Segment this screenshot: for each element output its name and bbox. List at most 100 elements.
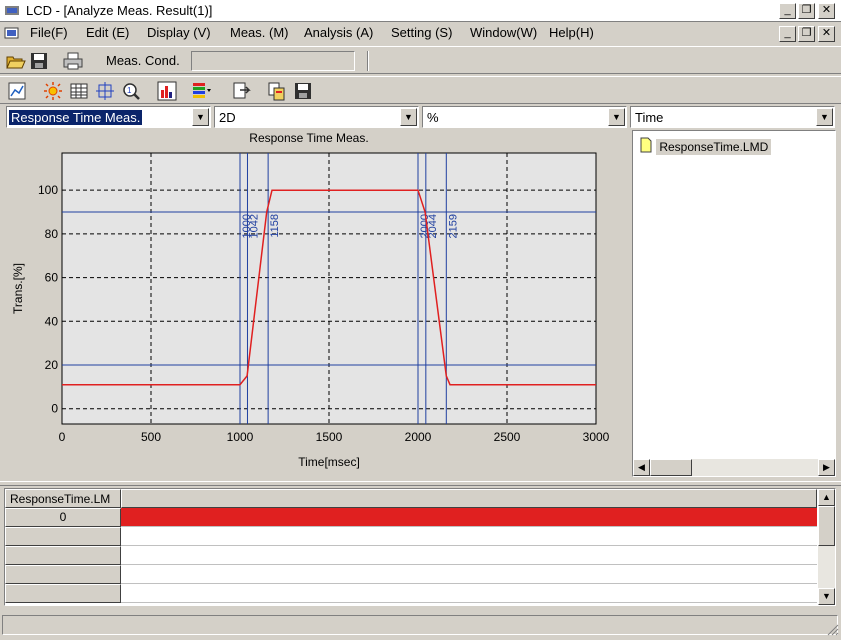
status-pane	[2, 615, 838, 635]
scroll-down-button[interactable]: ▼	[818, 588, 835, 605]
toolbar-divider	[367, 51, 369, 71]
scroll-right-button[interactable]: ▶	[818, 459, 835, 476]
grid-header: ResponseTime.LM	[5, 489, 121, 508]
export-icon[interactable]	[230, 80, 252, 102]
y-tick-label: 0	[51, 402, 58, 416]
file-tree-label: ResponseTime.LMD	[656, 138, 772, 155]
grid-row-header[interactable]	[5, 565, 121, 584]
scroll-left-button[interactable]: ◀	[633, 459, 650, 476]
chevron-down-icon[interactable]: ▼	[816, 108, 833, 126]
menu-setting[interactable]: Setting (S)	[391, 25, 452, 40]
child-minimize-button[interactable]: _	[779, 26, 796, 42]
chevron-down-icon[interactable]: ▼	[400, 108, 417, 126]
menu-edit[interactable]: Edit (E)	[86, 25, 129, 40]
print-icon[interactable]	[62, 50, 84, 72]
title-bar: LCD - [Analyze Meas. Result(1)] _ ❐ ✕	[0, 0, 841, 22]
minimize-button[interactable]: _	[779, 3, 796, 19]
file-tree-panel: ResponseTime.LMD ◀ ▶	[632, 130, 836, 477]
menu-file[interactable]: File(F)	[30, 25, 68, 40]
y-tick-label: 80	[45, 227, 59, 241]
menu-help[interactable]: Help(H)	[549, 25, 594, 40]
x-tick-label: 2000	[405, 430, 432, 444]
grid-header-label: ResponseTime.LM	[10, 492, 111, 506]
grid-row[interactable]	[121, 546, 817, 565]
menu-bar: File(F) Edit (E) Display (V) Meas. (M) A…	[0, 22, 841, 44]
x-tick-label: 500	[141, 430, 161, 444]
unit-select[interactable]: % ▼	[422, 106, 627, 128]
grid-row[interactable]	[121, 508, 817, 527]
child-restore-button[interactable]: ❐	[798, 26, 815, 42]
mode-select[interactable]: Response Time Meas. ▼	[6, 106, 211, 128]
file-tree-item[interactable]: ResponseTime.LMD	[639, 137, 772, 156]
file-icon	[639, 137, 653, 156]
grid-row[interactable]	[121, 584, 817, 603]
copy-icon[interactable]	[266, 80, 288, 102]
child-close-button[interactable]: ✕	[818, 26, 835, 42]
meas-cond-field[interactable]	[191, 51, 355, 71]
y-tick-label: 100	[38, 183, 58, 197]
axis-select-value: Time	[635, 110, 664, 125]
status-bar	[0, 612, 841, 638]
chart-title: Response Time Meas.	[249, 131, 368, 145]
grid-row-header[interactable]	[5, 546, 121, 565]
y-tick-label: 20	[45, 358, 59, 372]
grid-row[interactable]	[121, 565, 817, 584]
meas-cond-label: Meas. Cond.	[106, 53, 180, 68]
marker-label: 1158	[269, 214, 281, 238]
grid-vscrollbar[interactable]: ▲ ▼	[818, 489, 835, 605]
x-tick-label: 2500	[494, 430, 521, 444]
x-tick-label: 3000	[583, 430, 610, 444]
y-tick-label: 40	[45, 314, 59, 328]
save-icon[interactable]	[28, 50, 50, 72]
splitter[interactable]	[0, 481, 841, 486]
data-grid: ResponseTime.LM 0 ▲ ▼	[4, 488, 836, 606]
analysis-toolbar: 1	[0, 76, 841, 104]
tree-hscrollbar[interactable]: ◀ ▶	[633, 459, 835, 476]
svg-text:1: 1	[127, 86, 132, 95]
grid-row[interactable]	[121, 527, 817, 546]
mode-select-value: Response Time Meas.	[9, 110, 143, 125]
bar-chart-icon[interactable]	[156, 80, 178, 102]
menu-display[interactable]: Display (V)	[147, 25, 211, 40]
grid-row-header[interactable]	[5, 527, 121, 546]
zoom-icon[interactable]: 1	[120, 80, 142, 102]
save-data-icon[interactable]	[292, 80, 314, 102]
chevron-down-icon[interactable]: ▼	[608, 108, 625, 126]
dimension-select-value: 2D	[219, 110, 236, 125]
app-icon	[4, 3, 20, 18]
unit-select-value: %	[427, 110, 439, 125]
menu-meas[interactable]: Meas. (M)	[230, 25, 289, 40]
restore-button[interactable]: ❐	[798, 3, 815, 19]
dimension-select[interactable]: 2D ▼	[214, 106, 419, 128]
table-icon[interactable]	[68, 80, 90, 102]
crosshair-icon[interactable]	[94, 80, 116, 102]
grid-row-header[interactable]	[5, 584, 121, 603]
grid-row-header[interactable]: 0	[5, 508, 121, 527]
marker-label: 1042	[248, 214, 260, 238]
x-tick-label: 1000	[227, 430, 254, 444]
menu-window[interactable]: Window(W)	[470, 25, 537, 40]
sun-icon[interactable]	[42, 80, 64, 102]
window-title: LCD - [Analyze Meas. Result(1)]	[26, 3, 213, 18]
scroll-thumb[interactable]	[818, 506, 835, 546]
close-button[interactable]: ✕	[818, 3, 835, 19]
y-axis-label: Trans.[%]	[11, 263, 25, 314]
x-tick-label: 1500	[316, 430, 343, 444]
axis-select[interactable]: Time ▼	[630, 106, 835, 128]
x-axis-label: Time[msec]	[298, 455, 360, 469]
scroll-thumb[interactable]	[650, 459, 692, 476]
menu-analysis[interactable]: Analysis (A)	[304, 25, 373, 40]
color-icon[interactable]	[190, 80, 212, 102]
doc-icon	[4, 26, 20, 40]
scroll-up-button[interactable]: ▲	[818, 489, 835, 506]
response-time-chart: Response Time Meas.0 500 1000 1500 2000 2500 3…	[0, 128, 630, 478]
marker-label: 2159	[447, 214, 459, 238]
graph-view-icon[interactable]	[6, 80, 28, 102]
grid-row-label: 0	[59, 510, 67, 524]
resize-grip-icon[interactable]	[825, 622, 839, 636]
chevron-down-icon[interactable]: ▼	[192, 108, 209, 126]
y-tick-label: 60	[45, 271, 59, 285]
open-folder-icon[interactable]	[4, 50, 26, 72]
x-tick-label: 0	[59, 430, 66, 444]
grid-header-fill	[121, 489, 817, 508]
